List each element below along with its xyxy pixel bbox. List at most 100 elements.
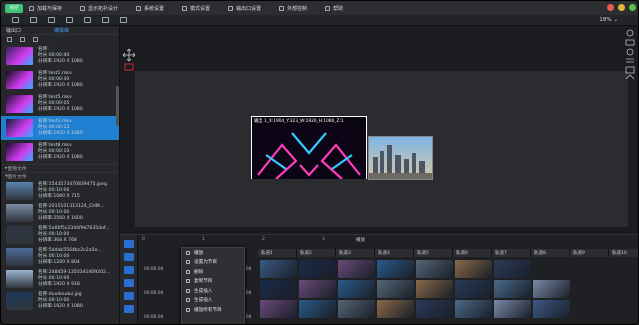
track-header[interactable]: 轨道8 [531, 249, 570, 257]
track-header[interactable]: 轨道7 [492, 249, 531, 257]
video-item[interactable]: 名称: 时长:00:00:40 分辨率:1920 X 1080 [1, 44, 119, 68]
media-resolution: 分辨率:1920 X 1080 [38, 131, 83, 136]
add-icon[interactable] [7, 37, 12, 42]
timeline-clip[interactable] [377, 280, 414, 298]
new-file-icon[interactable] [12, 17, 19, 23]
help-icon [325, 5, 331, 11]
timeline-clip[interactable] [338, 280, 375, 298]
close-button[interactable] [607, 4, 614, 11]
export-icon[interactable] [102, 17, 109, 23]
menu-item[interactable]: 帮助 [325, 5, 343, 12]
image-item[interactable]: 名称:2015101313124_CHM... 时长:00:10:00 分辨率:25… [1, 202, 119, 224]
menu-item[interactable]: 显示拓扑设计 [80, 5, 118, 12]
video-item[interactable]: 名称:test8.mkv 时长:00:00:10 分辨率:1920 X 1080 [1, 140, 119, 164]
track-header[interactable]: 轨道5 [414, 249, 453, 257]
track-header[interactable]: 轨道10 [609, 249, 638, 257]
ruler-tick: 3 [322, 237, 325, 242]
track-header[interactable]: 轨道3 [336, 249, 375, 257]
timeline-clip[interactable] [299, 300, 336, 318]
timeline-clip[interactable] [338, 260, 375, 278]
timeline-clip[interactable] [455, 260, 492, 278]
right-tool-icons[interactable] [620, 26, 639, 86]
image-item[interactable]: 名称:5ddab5564bc2c2a5e... 时长:00:10:00 分辨率:12… [1, 246, 119, 268]
stop-icon[interactable] [124, 266, 134, 274]
image-item[interactable]: 名称:5a66f5c2344f9d7635daf... 时长:00:10:00 分辨… [1, 224, 119, 246]
zoom-level[interactable]: 18% ⌄ [599, 17, 618, 23]
open-folder-icon[interactable] [30, 17, 37, 23]
context-menu-item[interactable]: 播放所有节目 [182, 305, 244, 315]
folder-icon[interactable] [20, 37, 25, 42]
play-icon[interactable] [124, 253, 134, 261]
timeline-ruler[interactable]: 0 1 2 3 [142, 237, 638, 245]
timeline-clip[interactable] [260, 280, 297, 298]
menu-item[interactable]: 模式设置 [182, 5, 210, 12]
delete-icon[interactable] [33, 37, 38, 42]
context-menu-label: 播放 [194, 250, 204, 256]
context-menu-item[interactable]: 复制节目 [182, 277, 244, 287]
image-item[interactable]: 名称:248459-1350341409202... 时长:00:10:00 分辨率… [1, 268, 119, 290]
image-item[interactable]: 名称:duodoudui.jpg 时长:00:10:00 分辨率:1920 X 10… [1, 290, 119, 312]
video-item[interactable]: 名称:test3.mkv 时长:00:00:15 分辨率:1920 X 1080 [1, 116, 119, 140]
timeline-clip[interactable] [494, 280, 531, 298]
timeline-clip[interactable] [260, 260, 297, 278]
minimize-button[interactable] [618, 4, 625, 11]
menu-item[interactable]: 外部控制 [279, 5, 307, 12]
section-images[interactable]: ▾ 图片文件 [1, 172, 119, 180]
timeline-clip[interactable] [377, 300, 414, 318]
library-scrollbar[interactable] [116, 86, 119, 126]
track-header[interactable]: 轨道2 [297, 249, 336, 257]
timeline-clip[interactable] [299, 260, 336, 278]
timecode: 00:00:00 [144, 315, 164, 320]
section-audio[interactable]: ▸ 音频文件 [1, 164, 119, 172]
user-icon[interactable] [124, 305, 134, 313]
timeline-clip[interactable] [416, 260, 453, 278]
save-icon[interactable] [48, 17, 55, 23]
output-window-1[interactable]: 输出 1_X:1904_Y:323_W:1920_H:1080_Z:1 [251, 116, 367, 179]
image-thumbnail [6, 226, 33, 244]
output-label: 输出 1_X:1904_Y:323_W:1920_H:1080_Z:1 [254, 119, 344, 124]
tab-outputs[interactable]: 输出口 [6, 27, 21, 34]
video-preview [252, 125, 366, 179]
timeline-clip[interactable] [377, 260, 414, 278]
timeline-clip[interactable] [416, 280, 453, 298]
menu-item[interactable]: 加载与保存 [29, 5, 62, 12]
track-header[interactable]: 轨道4 [375, 249, 414, 257]
playhead-label: 播放 [356, 238, 365, 243]
media-resolution: 分辨率:1200 X 804 [38, 260, 80, 265]
image-item[interactable]: 名称:1543573470839475.jpeg 时长:00:10:00 分辨率:1… [1, 180, 119, 202]
maximize-button[interactable] [629, 4, 636, 11]
cut-icon[interactable] [124, 279, 134, 287]
timeline-clip[interactable] [533, 280, 570, 298]
output-window-2[interactable] [368, 136, 433, 180]
timeline-clip[interactable] [455, 280, 492, 298]
lock-icon[interactable] [124, 292, 134, 300]
grid-icon[interactable] [120, 17, 127, 23]
add-track-icon[interactable] [124, 240, 134, 248]
video-thumbnail [6, 143, 33, 161]
menu-item[interactable]: 输出口设置 [228, 5, 261, 12]
context-menu-item[interactable]: 设置为节目 [182, 258, 244, 268]
tab-media-library[interactable]: 媒体库 [54, 27, 69, 34]
video-item[interactable]: 名称:test5.mkv 时长:00:00:05 分辨率:1920 X 1080 [1, 92, 119, 116]
import-icon[interactable] [84, 17, 91, 23]
context-menu-item[interactable]: 删除 [182, 267, 244, 277]
context-menu-item[interactable]: 生成插入 [182, 286, 244, 296]
timeline-clip[interactable] [494, 300, 531, 318]
save-as-icon[interactable] [66, 17, 73, 23]
track-header[interactable]: 轨道6 [453, 249, 492, 257]
menu-item-icon [186, 279, 190, 284]
track-header[interactable]: 轨道1 [258, 249, 297, 257]
context-menu-item[interactable]: 播放 [182, 248, 244, 258]
video-item[interactable]: 名称:test1.mkv 时长:00:00:40 分辨率:1920 X 1080 [1, 68, 119, 92]
timeline-clip[interactable] [533, 300, 570, 318]
menu-item[interactable]: 系统设置 [136, 5, 164, 12]
timeline-clip[interactable] [494, 260, 531, 278]
timeline-clip[interactable] [260, 300, 297, 318]
track-header[interactable]: 轨道9 [570, 249, 609, 257]
menu-item-label: 显示拓扑设计 [88, 5, 119, 12]
timeline-clip[interactable] [338, 300, 375, 318]
timeline-clip[interactable] [455, 300, 492, 318]
context-menu-item[interactable]: 生成插入 [182, 296, 244, 306]
timeline-clip[interactable] [416, 300, 453, 318]
timeline-clip[interactable] [299, 280, 336, 298]
